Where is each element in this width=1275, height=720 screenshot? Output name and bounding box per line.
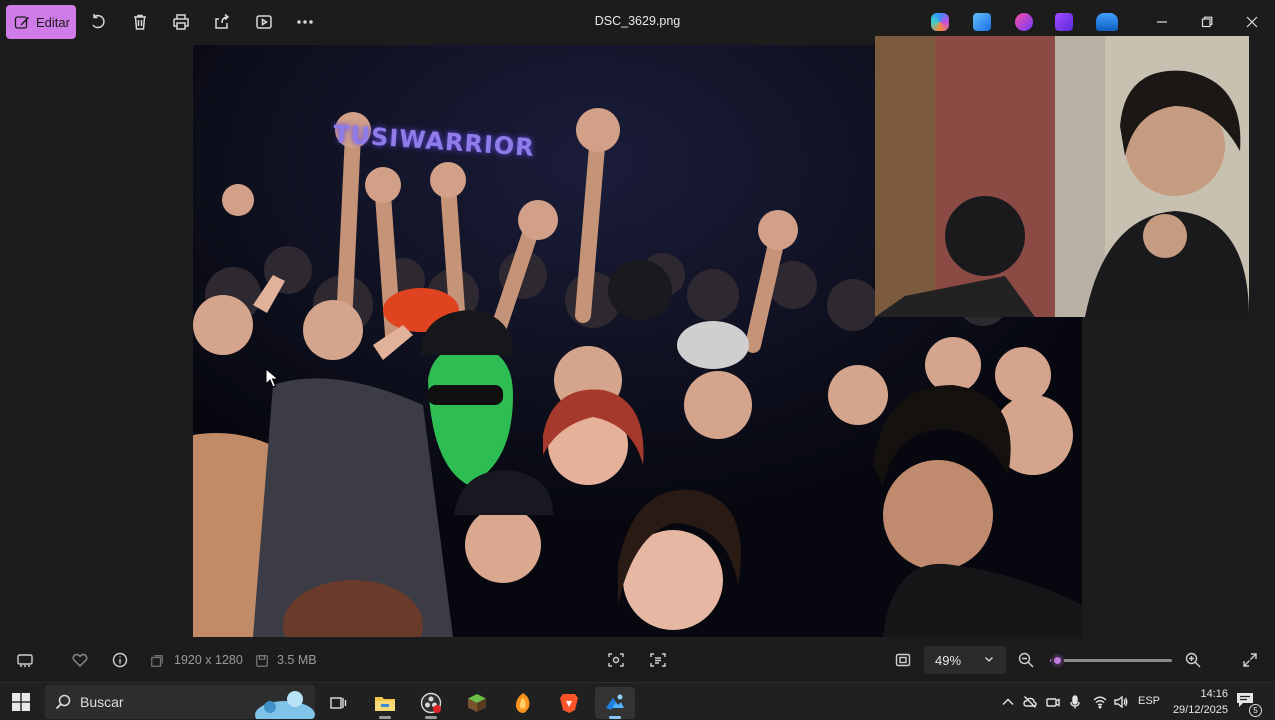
mouse-cursor-icon xyxy=(265,368,279,388)
expand-icon xyxy=(1243,653,1257,667)
text-extract-button[interactable] xyxy=(648,650,668,670)
delete-icon xyxy=(134,14,146,30)
text-scan-icon xyxy=(650,653,666,667)
print-icon xyxy=(173,14,189,30)
image-resolution: 1920 x 1280 xyxy=(174,653,243,667)
running-indicator xyxy=(379,716,391,719)
zoom-out-button[interactable] xyxy=(1016,650,1036,670)
zoom-slider-thumb[interactable] xyxy=(1051,654,1064,667)
edit-button[interactable]: Editar xyxy=(6,5,76,39)
tray-microphone[interactable] xyxy=(1067,694,1083,710)
fullscreen-button[interactable] xyxy=(1240,650,1260,670)
brave-icon xyxy=(560,694,578,713)
taskbar-fl-studio[interactable] xyxy=(503,687,543,719)
close-button[interactable] xyxy=(1239,9,1265,35)
clock-time: 14:16 xyxy=(1200,688,1228,700)
filmstrip-icon xyxy=(17,654,33,667)
file-info-button[interactable] xyxy=(110,650,130,670)
fl-studio-icon xyxy=(515,693,530,713)
info-icon xyxy=(112,652,128,668)
tray-camera[interactable] xyxy=(1045,694,1061,710)
rotate-icon xyxy=(92,14,105,29)
notification-count: 5 xyxy=(1249,704,1262,717)
photos-icon xyxy=(606,694,624,710)
more-icon xyxy=(297,20,313,24)
chevron-down-icon xyxy=(985,657,993,662)
actual-size-button[interactable] xyxy=(893,650,913,670)
search-placeholder: Buscar xyxy=(80,694,124,710)
restore-icon xyxy=(1201,16,1213,28)
windows-taskbar: Buscar ESP 14:16 29/12/2025 5 xyxy=(0,682,1275,720)
notification-center-button[interactable]: 5 xyxy=(1236,692,1262,717)
visual-search-icon xyxy=(608,653,624,667)
obs-icon xyxy=(420,692,442,714)
microphone-icon xyxy=(1070,695,1080,709)
folder-icon xyxy=(375,697,395,711)
taskbar-brave[interactable] xyxy=(549,687,589,719)
print-button[interactable] xyxy=(169,10,193,34)
zoom-out-icon xyxy=(1018,652,1034,668)
more-button[interactable] xyxy=(293,10,317,34)
wifi-icon xyxy=(1093,696,1107,709)
zoom-level-dropdown[interactable]: 49% xyxy=(924,646,1006,674)
onedrive-icon[interactable] xyxy=(1096,13,1118,31)
input-language[interactable]: ESP xyxy=(1138,695,1160,707)
camera-icon xyxy=(1046,698,1060,707)
rotate-button[interactable] xyxy=(86,10,110,34)
chevron-up-icon xyxy=(1002,698,1014,705)
taskbar-file-explorer[interactable] xyxy=(365,687,405,719)
windows-start-icon[interactable] xyxy=(12,693,30,711)
edit-label: Editar xyxy=(36,14,70,30)
volume-icon xyxy=(1114,695,1128,709)
close-icon xyxy=(1246,16,1258,28)
show-hidden-icons[interactable] xyxy=(1000,694,1016,710)
taskbar-minecraft[interactable] xyxy=(457,687,497,719)
file-size-icon xyxy=(255,651,269,671)
share-icon xyxy=(215,13,230,29)
delete-button[interactable] xyxy=(128,10,152,34)
file-size: 3.5 MB xyxy=(277,653,317,667)
favorite-button[interactable] xyxy=(70,650,90,670)
webcam-overlay xyxy=(875,36,1249,317)
clock-date: 29/12/2025 xyxy=(1172,704,1228,716)
task-view-button[interactable] xyxy=(318,687,358,719)
search-highlight-image xyxy=(255,691,315,719)
zoom-in-button[interactable] xyxy=(1183,650,1203,670)
zoom-slider[interactable] xyxy=(1050,654,1172,667)
minimize-button[interactable] xyxy=(1149,9,1175,35)
taskbar-search-box[interactable]: Buscar xyxy=(45,685,315,719)
active-indicator xyxy=(609,716,621,719)
taskbar-photos[interactable] xyxy=(595,687,635,719)
heart-icon xyxy=(72,653,88,667)
bottom-toolbar: 1920 x 1280 3.5 MB 49% xyxy=(0,638,1275,682)
slideshow-icon xyxy=(256,15,272,29)
minimize-icon xyxy=(1157,21,1167,23)
cloud-offline-icon xyxy=(1023,696,1037,708)
tray-wifi[interactable] xyxy=(1092,694,1108,710)
tray-onedrive-offline[interactable] xyxy=(1022,694,1038,710)
taskbar-clock[interactable]: 14:16 29/12/2025 xyxy=(1166,686,1228,718)
file-name: DSC_3629.png xyxy=(594,14,681,28)
task-view-icon xyxy=(330,697,347,709)
actual-size-icon xyxy=(895,653,911,667)
restore-button[interactable] xyxy=(1194,9,1220,35)
webcam-feed xyxy=(875,36,1249,317)
dimensions-icon xyxy=(150,651,164,671)
slideshow-button[interactable] xyxy=(252,10,276,34)
taskbar-obs[interactable] xyxy=(411,687,451,719)
clipchamp-icon[interactable] xyxy=(1015,13,1033,31)
video-editor-icon[interactable] xyxy=(1055,13,1073,31)
tray-volume[interactable] xyxy=(1113,694,1129,710)
visual-search-button[interactable] xyxy=(606,650,626,670)
copilot-icon[interactable] xyxy=(931,13,949,31)
edit-icon xyxy=(14,16,29,29)
zoom-level-value: 49% xyxy=(935,652,962,668)
minecraft-icon xyxy=(468,694,486,712)
running-indicator xyxy=(425,716,437,719)
filmstrip-button[interactable] xyxy=(15,650,35,670)
search-icon xyxy=(55,694,71,710)
zoom-in-icon xyxy=(1185,652,1201,668)
share-button[interactable] xyxy=(210,10,234,34)
photos-app-icon[interactable] xyxy=(973,13,991,31)
